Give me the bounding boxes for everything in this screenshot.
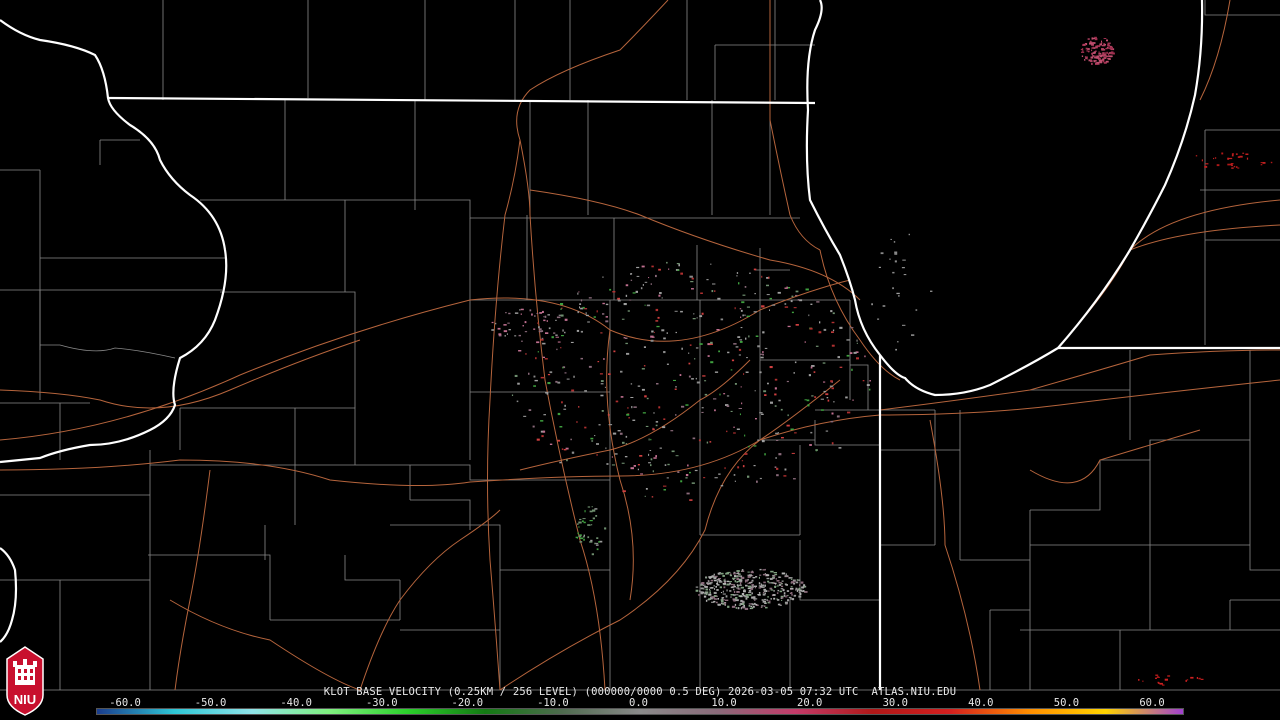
radar-map-screen: KLOT BASE VELOCITY (0.25KM / 256 LEVEL) …	[0, 0, 1280, 720]
radar-echoes	[491, 36, 1273, 686]
niu-logo: NIU	[6, 646, 44, 716]
velocity-colorbar	[96, 708, 1184, 715]
radar-map[interactable]	[0, 0, 1280, 720]
highways	[0, 0, 1280, 691]
county-lines	[0, 0, 1280, 691]
logo-text: NIU	[14, 692, 36, 707]
state-borders	[0, 0, 1280, 690]
